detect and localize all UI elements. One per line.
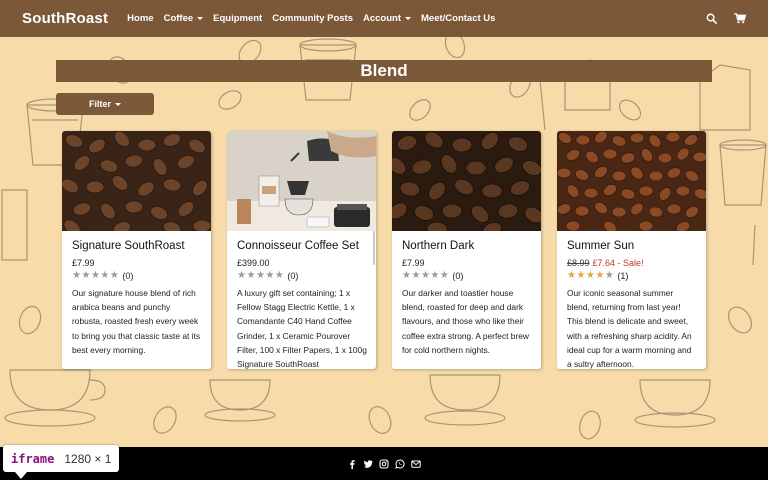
facebook-icon[interactable] <box>347 459 357 469</box>
star-icon: ★ <box>439 270 449 281</box>
email-icon[interactable] <box>411 459 421 469</box>
cart-icon[interactable] <box>734 12 746 25</box>
price-value: £399.00 <box>237 258 270 268</box>
product-title[interactable]: Summer Sun <box>567 240 697 252</box>
rating-count: (0) <box>122 271 134 281</box>
star-icon: ★ <box>100 270 110 281</box>
brand-logo[interactable]: SouthRoast <box>22 10 108 27</box>
filter-label: Filter <box>88 99 111 109</box>
product-image-coffee-beans <box>557 131 706 231</box>
caret-down-icon <box>197 17 204 20</box>
nav-item-label: Equipment <box>213 13 263 24</box>
filter-dropdown-button[interactable]: Filter <box>56 93 154 115</box>
product-description: Our iconic seasonal summer blend, return… <box>567 288 692 369</box>
product-image-coffee-beans <box>62 131 211 231</box>
product-price: £7.99 <box>72 258 202 268</box>
product-image-coffee-beans <box>392 131 541 231</box>
badge-tag-name: iframe <box>11 451 55 466</box>
product-price: £8.99 £7.64 - Sale! <box>567 258 697 268</box>
old-price: £8.99 <box>567 258 590 268</box>
product-card-body: Connoisseur Coffee Set £399.00 ★ ★ ★ ★ ★ (0)… <box>227 231 376 369</box>
sale-price: £7.64 - Sale! <box>592 258 644 268</box>
star-icon: ★ <box>411 270 421 281</box>
star-icon: ★ <box>430 270 440 281</box>
product-price: £7.99 <box>402 258 532 268</box>
nav-item-label: Coffee <box>163 13 194 24</box>
star-icon: ★ <box>265 270 275 281</box>
product-rating: ★ ★ ★ ★ ★ (1) <box>567 270 697 282</box>
product-description: A luxury gift set containing; 1 x Fellow… <box>237 288 367 369</box>
nav-item-label: Account <box>363 13 401 24</box>
badge-dimensions: 1280 × 1 <box>64 451 112 466</box>
nav-item-label: Home <box>127 13 154 24</box>
badge-pointer <box>15 472 27 479</box>
product-title[interactable]: Connoisseur Coffee Set <box>237 240 367 252</box>
caret-down-icon <box>115 102 121 106</box>
whatsapp-icon[interactable] <box>395 458 405 469</box>
rating-count: (1) <box>617 271 629 281</box>
nav-item-label: Community Posts <box>272 13 353 24</box>
star-icon: ★ <box>567 270 576 281</box>
caret-down-icon <box>405 17 411 20</box>
star-icon: ★ <box>595 270 605 281</box>
product-price: £399.00 <box>237 258 367 268</box>
product-description: Our darker and toastier house blend, roa… <box>402 288 529 355</box>
star-icon: ★ <box>246 270 256 281</box>
nav-item-coffee[interactable]: Coffee <box>164 13 204 24</box>
nav-menu: Home Coffee Equipment Community Posts Ac… <box>127 13 505 24</box>
nav-actions <box>706 12 746 25</box>
navbar: SouthRoast Home Coffee Equipment Communi… <box>0 0 768 37</box>
instagram-icon[interactable] <box>379 458 389 469</box>
nav-item-label: Meet/Contact Us <box>421 13 496 24</box>
star-icon: ★ <box>72 270 81 281</box>
star-icon: ★ <box>420 270 430 281</box>
product-rating: ★ ★ ★ ★ ★ (0) <box>402 270 532 282</box>
description-scrollbar[interactable] <box>373 231 375 265</box>
product-rating: ★ ★ ★ ★ ★ (0) <box>72 270 202 282</box>
product-card-northern-dark[interactable]: Northern Dark £7.99 ★ ★ ★ ★ ★ (0) Our darker… <box>392 131 541 369</box>
nav-item-equipment[interactable]: Equipment <box>213 13 262 24</box>
product-description: Our signature house blend of rich arabic… <box>72 288 201 355</box>
product-card-connoisseur-coffee-set[interactable]: Connoisseur Coffee Set £399.00 ★ ★ ★ ★ ★ (0)… <box>227 131 376 369</box>
star-icon: ★ <box>255 270 265 281</box>
star-icon: ★ <box>90 270 100 281</box>
star-icon: ★ <box>402 270 411 281</box>
product-card-body: Signature SouthRoast £7.99 ★ ★ ★ ★ ★ (0) Our… <box>62 231 211 369</box>
product-card-summer-sun[interactable]: Summer Sun £8.99 £7.64 - Sale! ★ ★ ★ ★ ★ (1) … <box>557 131 706 369</box>
star-icon: ★ <box>109 270 119 281</box>
nav-item-community-posts[interactable]: Community Posts <box>272 13 353 24</box>
product-card-body: Northern Dark £7.99 ★ ★ ★ ★ ★ (0) Our darker… <box>392 231 541 369</box>
rating-count: (0) <box>452 271 464 281</box>
twitter-icon[interactable] <box>363 459 373 469</box>
product-title[interactable]: Northern Dark <box>402 240 532 252</box>
product-card-body: Summer Sun £8.99 £7.64 - Sale! ★ ★ ★ ★ ★ (1) … <box>557 231 706 369</box>
price-value: £7.99 <box>402 258 425 268</box>
star-icon: ★ <box>81 270 91 281</box>
product-card-signature-southroast[interactable]: Signature SouthRoast £7.99 ★ ★ ★ ★ ★ (0) Our… <box>62 131 211 369</box>
rating-count: (0) <box>287 271 299 281</box>
star-icon: ★ <box>585 270 595 281</box>
nav-item-account[interactable]: Account <box>363 13 411 24</box>
star-icon: ★ <box>604 270 614 281</box>
star-icon: ★ <box>237 270 246 281</box>
page-title: Blend <box>56 60 712 82</box>
nav-item-meet-contact[interactable]: Meet/Contact Us <box>421 13 495 24</box>
star-icon: ★ <box>274 270 284 281</box>
devtools-element-badge: iframe 1280 × 1 <box>3 445 120 472</box>
nav-item-home[interactable]: Home <box>127 13 153 24</box>
product-rating: ★ ★ ★ ★ ★ (0) <box>237 270 367 282</box>
price-value: £7.99 <box>72 258 95 268</box>
search-icon[interactable] <box>706 13 718 25</box>
product-image-coffee-set <box>227 131 376 231</box>
star-icon: ★ <box>576 270 586 281</box>
product-title[interactable]: Signature SouthRoast <box>72 240 202 252</box>
